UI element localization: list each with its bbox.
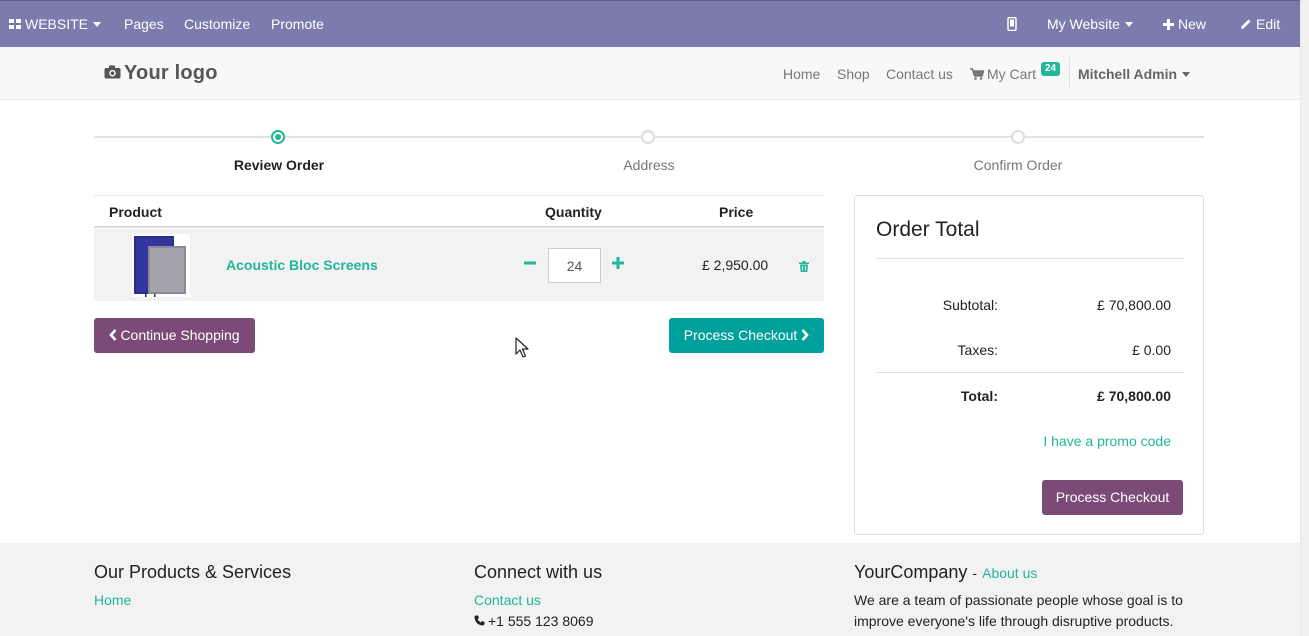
edit-label: Edit <box>1256 16 1281 32</box>
camera-icon <box>104 65 121 79</box>
nav-my-cart[interactable]: My Cart <box>970 66 1036 82</box>
site-footer: Our Products & Services Home Connect wit… <box>0 543 1300 636</box>
site-header: Your logo Home Shop Contact us My Cart M… <box>0 47 1300 100</box>
mobile-icon <box>1007 16 1017 32</box>
cart-label: My Cart <box>987 66 1036 82</box>
site-selector-label: My Website <box>1047 16 1120 32</box>
order-total-panel: Order Total Subtotal: £ 70,800.00 Taxes:… <box>854 195 1204 535</box>
plus-icon <box>612 257 624 269</box>
footer-connect-title: Connect with us <box>474 562 603 582</box>
column-product: Product <box>109 204 162 220</box>
caret-down-icon <box>93 22 102 27</box>
caret-down-icon <box>1124 22 1133 27</box>
order-total-title: Order Total <box>876 218 980 241</box>
menu-promote[interactable]: Promote <box>271 1 324 48</box>
wizard-step-confirm: Confirm Order <box>973 157 1063 173</box>
footer-contact-link[interactable]: Contact us <box>474 592 541 608</box>
cart-icon <box>970 68 985 80</box>
wizard-step-dot-review <box>271 130 285 144</box>
footer-company-name: YourCompany <box>854 562 968 582</box>
user-name: Mitchell Admin <box>1078 66 1178 82</box>
user-menu[interactable]: Mitchell Admin <box>1078 66 1191 82</box>
chevron-right-icon <box>801 329 810 341</box>
caret-down-icon <box>1182 72 1191 77</box>
new-button[interactable]: New <box>1163 1 1206 48</box>
mobile-preview-button[interactable] <box>1007 1 1017 48</box>
decrease-quantity-button[interactable] <box>524 253 536 273</box>
subtotal-value: £ 70,800.00 <box>1097 297 1171 313</box>
pencil-icon <box>1241 19 1251 29</box>
phone-icon <box>474 615 485 626</box>
total-label: Total: <box>960 388 998 404</box>
wizard-step-dot-address <box>641 130 655 144</box>
table-row: Acoustic Bloc Screens £ 2,950.00 <box>94 229 824 301</box>
apps-grid-icon <box>9 19 22 30</box>
header-divider <box>1069 57 1070 89</box>
sidebar-process-checkout-button[interactable]: Process Checkout <box>1042 480 1183 515</box>
page-scrollbar[interactable] <box>1300 0 1309 636</box>
process-checkout-button[interactable]: Process Checkout <box>669 318 824 353</box>
site-logo[interactable]: Your logo <box>104 62 218 85</box>
line-price: £ 2,950.00 <box>702 257 769 273</box>
nav-home[interactable]: Home <box>783 66 820 82</box>
divider <box>876 258 1184 259</box>
nav-contact-us[interactable]: Contact us <box>886 66 953 82</box>
cart-count-badge: 24 <box>1041 62 1061 76</box>
promo-code-link[interactable]: I have a promo code <box>1043 433 1171 449</box>
product-name-link[interactable]: Acoustic Bloc Screens <box>226 257 378 273</box>
column-quantity: Quantity <box>545 204 602 220</box>
plus-icon <box>1163 19 1174 30</box>
site-selector[interactable]: My Website <box>1047 1 1133 48</box>
continue-shopping-label: Continue Shopping <box>120 327 240 343</box>
footer-company-title: YourCompany - About us <box>854 562 1037 583</box>
website-menu-label: WEBSITE <box>25 16 89 32</box>
footer-phone-number: +1 555 123 8069 <box>488 613 594 629</box>
divider <box>876 372 1184 373</box>
footer-products-title: Our Products & Services <box>94 562 292 582</box>
quantity-input[interactable] <box>548 248 601 283</box>
column-price: Price <box>719 204 754 220</box>
footer-company-separator: - <box>972 565 978 581</box>
increase-quantity-button[interactable] <box>612 253 624 273</box>
total-value: £ 70,800.00 <box>1097 388 1171 404</box>
wizard-step-address: Address <box>623 157 675 173</box>
taxes-label: Taxes: <box>957 342 998 358</box>
minus-icon <box>524 261 536 265</box>
process-checkout-label: Process Checkout <box>683 327 798 343</box>
product-image[interactable] <box>132 234 190 297</box>
footer-company-text-1: We are a team of passionate people whose… <box>854 592 1183 608</box>
footer-home-link[interactable]: Home <box>94 592 131 608</box>
menu-pages[interactable]: Pages <box>124 1 164 48</box>
edit-button[interactable]: Edit <box>1240 1 1280 48</box>
continue-shopping-button[interactable]: Continue Shopping <box>94 318 255 353</box>
footer-company-text-2: improve everyone's life through disrupti… <box>854 613 1174 629</box>
remove-item-button[interactable] <box>799 259 809 275</box>
website-menu-button[interactable]: WEBSITE <box>9 1 102 48</box>
admin-bar: WEBSITE Pages Customize Promote My Websi… <box>0 0 1300 47</box>
subtotal-label: Subtotal: <box>942 297 998 313</box>
logo-text: Your logo <box>124 62 218 84</box>
footer-about-link[interactable]: About us <box>982 565 1037 581</box>
wizard-step-review: Review Order <box>233 157 325 173</box>
menu-customize[interactable]: Customize <box>184 1 250 48</box>
trash-icon <box>799 261 809 272</box>
taxes-value: £ 0.00 <box>1132 342 1171 358</box>
chevron-left-icon <box>109 329 117 341</box>
footer-phone: +1 555 123 8069 <box>474 613 594 629</box>
cart-table-header: Product Quantity Price <box>94 195 824 228</box>
mouse-cursor-icon <box>515 337 529 362</box>
nav-shop[interactable]: Shop <box>837 66 870 82</box>
wizard-step-dot-confirm <box>1011 130 1025 144</box>
new-label: New <box>1178 16 1207 32</box>
